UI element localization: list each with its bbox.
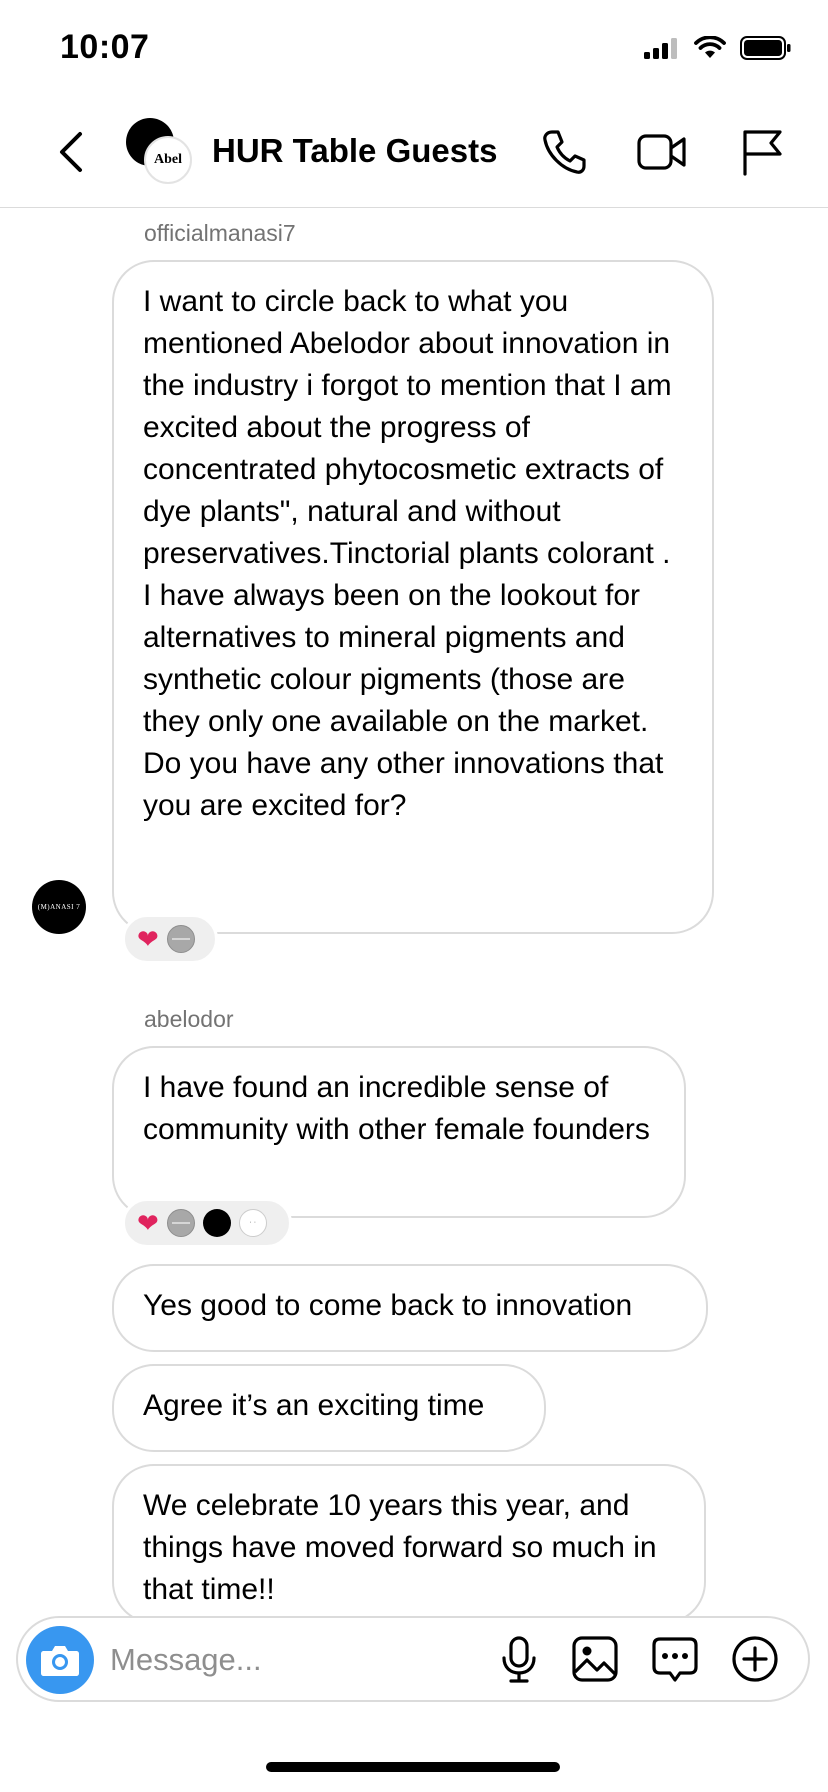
reactor-avatar <box>166 925 195 953</box>
message-bubble[interactable]: I have found an incredible sense of comm… <box>112 1046 686 1218</box>
message-bubble[interactable]: We celebrate 10 years this year, and thi… <box>112 1464 706 1624</box>
battery-icon <box>740 36 791 60</box>
phone-icon[interactable] <box>538 126 590 178</box>
message-bubble[interactable]: I want to circle back to what you mentio… <box>112 260 714 934</box>
message-bubble[interactable]: Yes good to come back to innovation <box>112 1264 708 1352</box>
message-reactions[interactable]: ❤ <box>122 914 218 964</box>
signal-icon <box>644 38 677 59</box>
camera-icon <box>41 1646 79 1676</box>
message-reactions[interactable]: ❤ · · <box>122 1198 292 1248</box>
heart-reaction-icon: ❤ <box>137 924 159 954</box>
video-icon[interactable] <box>636 126 688 178</box>
message-bubble[interactable]: Agree it’s an exciting time <box>112 1364 546 1452</box>
reactor-avatar <box>166 1209 195 1237</box>
gallery-icon[interactable] <box>570 1634 620 1684</box>
heart-reaction-icon: ❤ <box>137 1208 159 1238</box>
message-input[interactable] <box>110 1636 490 1684</box>
microphone-icon[interactable] <box>494 1634 544 1684</box>
camera-button[interactable] <box>26 1626 94 1694</box>
sender-name: officialmanasi7 <box>144 220 296 246</box>
wifi-icon <box>694 36 726 58</box>
sender-avatar[interactable]: (M)ANASI 7 <box>32 880 86 934</box>
back-chevron-icon[interactable] <box>52 128 92 176</box>
reactor-avatar: · · <box>238 1209 267 1237</box>
sender-name: abelodor <box>144 1006 234 1032</box>
home-indicator[interactable] <box>266 1762 560 1772</box>
status-time: 10:07 <box>60 28 150 66</box>
flag-icon[interactable] <box>736 126 788 178</box>
reactor-avatar <box>202 1209 231 1237</box>
status-icons <box>644 36 792 60</box>
group-avatar[interactable]: Abel <box>126 118 194 186</box>
plus-icon[interactable] <box>730 1634 780 1684</box>
sticker-icon[interactable] <box>650 1634 700 1684</box>
chat-title[interactable]: HUR Table Guests <box>212 132 497 170</box>
avatar-front: Abel <box>144 136 192 184</box>
